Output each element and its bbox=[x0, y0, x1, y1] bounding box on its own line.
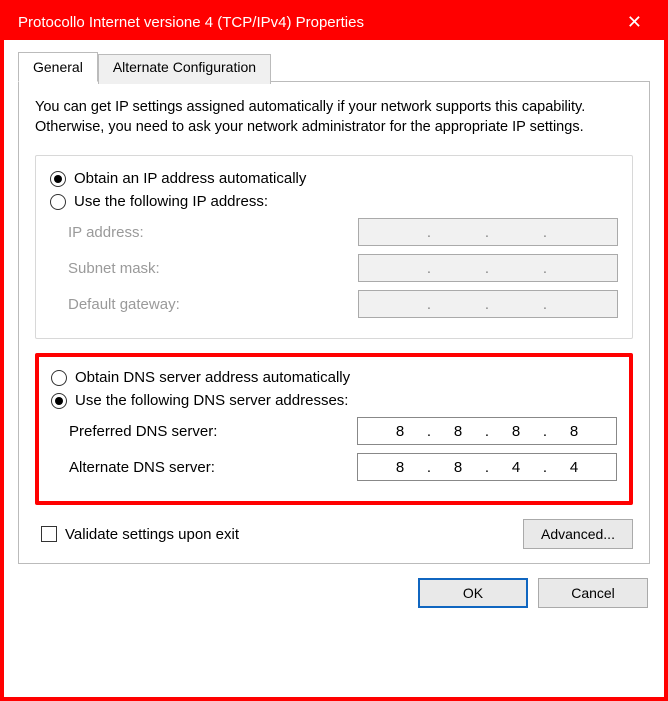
gateway-label: Default gateway: bbox=[68, 296, 180, 313]
radio-dns-auto[interactable] bbox=[51, 370, 67, 386]
subnet-row: Subnet mask: ... bbox=[68, 254, 618, 282]
validate-checkbox[interactable] bbox=[41, 526, 57, 542]
content-area: General Alternate Configuration You can … bbox=[4, 40, 664, 618]
radio-ip-auto-label: Obtain an IP address automatically bbox=[74, 170, 306, 187]
gateway-row: Default gateway: ... bbox=[68, 290, 618, 318]
titlebar: Protocollo Internet versione 4 (TCP/IPv4… bbox=[4, 4, 664, 40]
window-title: Protocollo Internet versione 4 (TCP/IPv4… bbox=[18, 14, 364, 31]
radio-dns-manual[interactable] bbox=[51, 393, 67, 409]
alternate-dns-input[interactable]: 8. 8. 4. 4 bbox=[357, 453, 617, 481]
tab-bar: General Alternate Configuration bbox=[18, 52, 650, 82]
ip-address-label: IP address: bbox=[68, 224, 144, 241]
cancel-button[interactable]: Cancel bbox=[538, 578, 648, 608]
close-icon[interactable]: ✕ bbox=[619, 8, 650, 37]
radio-dns-auto-label: Obtain DNS server address automatically bbox=[75, 369, 350, 386]
preferred-dns-label: Preferred DNS server: bbox=[69, 423, 217, 440]
preferred-dns-row: Preferred DNS server: 8. 8. 8. 8 bbox=[69, 417, 617, 445]
validate-label: Validate settings upon exit bbox=[65, 526, 239, 543]
ok-button[interactable]: OK bbox=[418, 578, 528, 608]
description-text: You can get IP settings assigned automat… bbox=[35, 98, 633, 137]
dns-group: Obtain DNS server address automatically … bbox=[35, 353, 633, 505]
tab-panel-general: You can get IP settings assigned automat… bbox=[18, 81, 650, 564]
radio-dns-manual-label: Use the following DNS server addresses: bbox=[75, 392, 348, 409]
gateway-input: ... bbox=[358, 290, 618, 318]
radio-ip-auto-row[interactable]: Obtain an IP address automatically bbox=[50, 170, 618, 187]
tab-alternate[interactable]: Alternate Configuration bbox=[98, 54, 271, 84]
subnet-input: ... bbox=[358, 254, 618, 282]
radio-ip-manual-label: Use the following IP address: bbox=[74, 193, 268, 210]
advanced-button[interactable]: Advanced... bbox=[523, 519, 633, 549]
radio-ip-manual[interactable] bbox=[50, 194, 66, 210]
tab-general[interactable]: General bbox=[18, 52, 98, 82]
subnet-label: Subnet mask: bbox=[68, 260, 160, 277]
validate-row: Validate settings upon exit Advanced... bbox=[41, 519, 633, 549]
radio-ip-manual-row[interactable]: Use the following IP address: bbox=[50, 193, 618, 210]
alternate-dns-row: Alternate DNS server: 8. 8. 4. 4 bbox=[69, 453, 617, 481]
footer-buttons: OK Cancel bbox=[18, 578, 650, 608]
radio-ip-auto[interactable] bbox=[50, 171, 66, 187]
ip-group: Obtain an IP address automatically Use t… bbox=[35, 155, 633, 339]
radio-dns-auto-row[interactable]: Obtain DNS server address automatically bbox=[51, 369, 617, 386]
preferred-dns-input[interactable]: 8. 8. 8. 8 bbox=[357, 417, 617, 445]
ip-address-row: IP address: ... bbox=[68, 218, 618, 246]
radio-dns-manual-row[interactable]: Use the following DNS server addresses: bbox=[51, 392, 617, 409]
ip-address-input: ... bbox=[358, 218, 618, 246]
alternate-dns-label: Alternate DNS server: bbox=[69, 459, 215, 476]
